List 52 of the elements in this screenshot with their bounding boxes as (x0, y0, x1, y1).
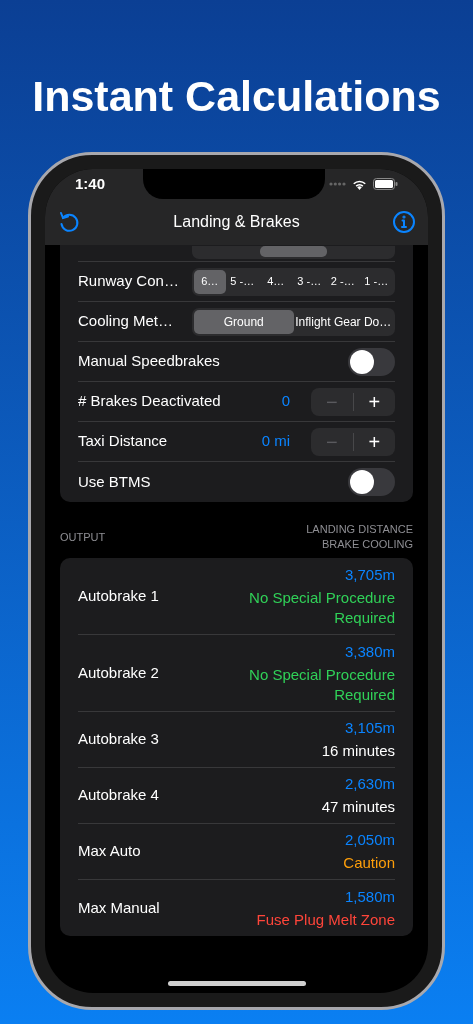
landing-distance: 3,380m (344, 641, 395, 662)
brake-cooling-status: 16 minutes (321, 741, 395, 761)
segmented-control[interactable]: Ground Inflight Gear Do… (192, 307, 395, 336)
stepper-value: 0 (281, 391, 290, 412)
brake-cooling-status: Caution (343, 853, 395, 873)
output-label: Autobrake 2 (78, 662, 159, 683)
increment-button[interactable]: + (352, 392, 395, 411)
output-label: Max Auto (78, 841, 141, 862)
status-time: 1:40 (75, 173, 106, 194)
segment[interactable]: Ground (194, 309, 294, 334)
toggle-switch[interactable] (348, 347, 395, 376)
setting-label: Cooling Met… (78, 311, 174, 332)
output-label: Autobrake 1 (78, 585, 159, 606)
increment-button[interactable]: + (352, 432, 395, 451)
reset-icon[interactable] (57, 210, 81, 234)
toggle-switch[interactable] (348, 468, 395, 496)
segment[interactable]: Inflight Gear Do… (293, 309, 393, 334)
segment[interactable]: 4… (259, 269, 293, 294)
section-header: OUTPUT (60, 529, 106, 545)
landing-distance: 2,630m (344, 774, 395, 794)
setting-label: # Brakes Deactivated (78, 391, 221, 412)
column-header: BRAKE COOLING (321, 537, 413, 552)
stepper-value: 0 mi (261, 431, 290, 452)
segment[interactable]: 5 -… (225, 269, 259, 294)
battery-icon (373, 178, 398, 190)
screen-title: Landing & Brakes (173, 212, 300, 232)
brake-cooling-status: No Special Procedure Required (248, 664, 395, 705)
column-header: LANDING DISTANCE (306, 522, 413, 537)
segment[interactable]: 2 -… (326, 269, 360, 294)
brake-cooling-status: 47 minutes (321, 797, 395, 817)
segment[interactable]: 3 -… (292, 269, 326, 294)
landing-distance: 3,705m (344, 564, 395, 585)
headline: Instant Calculations (32, 71, 441, 122)
landing-distance: 1,580m (344, 886, 395, 907)
landing-distance: 2,050m (344, 830, 395, 850)
segmented-control[interactable] (192, 246, 395, 259)
landing-distance: 3,105m (344, 718, 395, 738)
output-label: Max Manual (78, 897, 160, 918)
output-label: Autobrake 4 (78, 785, 159, 806)
setting-label: Runway Con… (78, 271, 179, 292)
segment[interactable]: 1 -… (359, 269, 393, 294)
wifi-icon (352, 178, 367, 190)
segmented-control[interactable]: 6… 5 -… 4… 3 -… 2 -… 1 -… (192, 267, 395, 296)
brake-cooling-status: Fuse Plug Melt Zone (256, 909, 395, 930)
brake-cooling-status: No Special Procedure Required (248, 587, 395, 628)
setting-label: Use BTMS (78, 471, 151, 492)
setting-label: Manual Speedbrakes (78, 351, 220, 372)
segment[interactable]: 6… (194, 269, 226, 294)
info-icon[interactable] (392, 210, 416, 234)
setting-label: Taxi Distance (78, 431, 168, 452)
output-label: Autobrake 3 (78, 729, 159, 750)
signal-icon (329, 182, 346, 186)
